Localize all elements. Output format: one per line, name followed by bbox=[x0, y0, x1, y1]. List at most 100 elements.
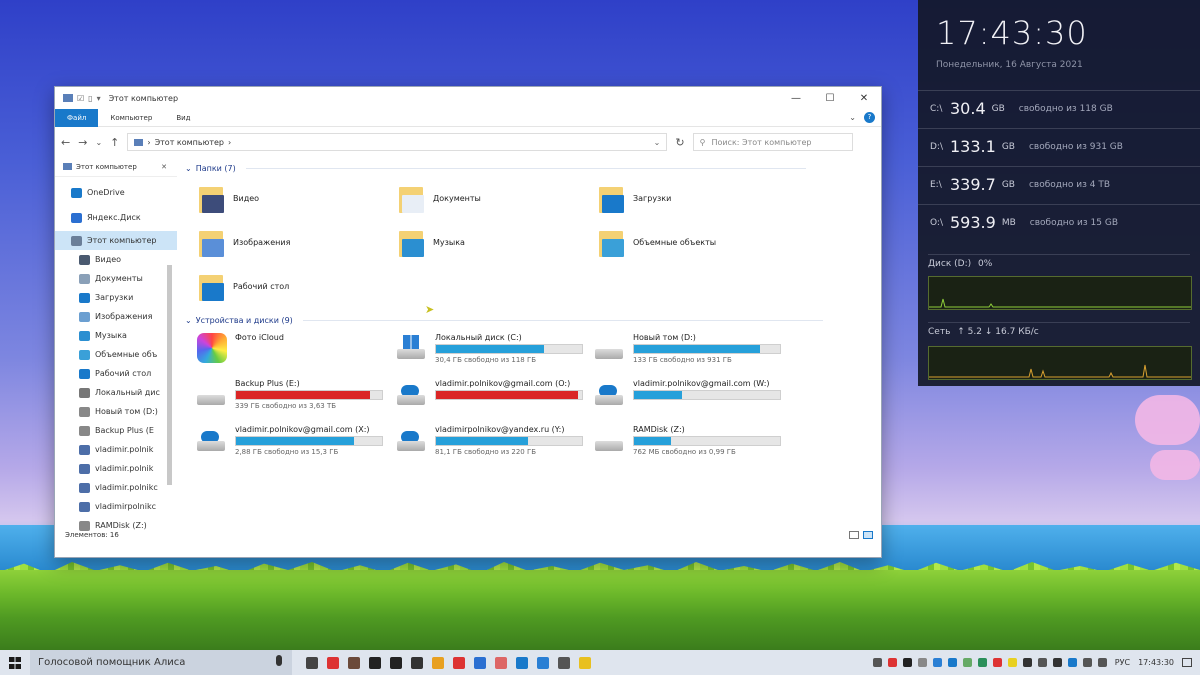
folder-item[interactable]: Рабочий стол bbox=[199, 271, 289, 301]
voice-assistant-search[interactable]: Голосовой помощник Алиса bbox=[30, 650, 292, 675]
language-indicator[interactable]: РУС bbox=[1115, 658, 1130, 667]
drive-item[interactable]: RAMDisk (Z:) 762 МБ свободно из 0,99 ГБ bbox=[593, 425, 781, 456]
notifications-icon[interactable] bbox=[1182, 658, 1192, 667]
sidebar-item[interactable]: Объемные объ bbox=[55, 345, 177, 364]
navigation-pane[interactable]: Этот компьютер ✕ OneDrive Яндекс.Диск Этот… bbox=[55, 157, 177, 543]
folder-item[interactable]: Объемные объекты bbox=[599, 227, 716, 257]
tray-icon[interactable] bbox=[1082, 658, 1092, 667]
drive-item[interactable]: Фото iCloud bbox=[195, 333, 383, 363]
sidebar-item[interactable]: Этот компьютер bbox=[55, 231, 177, 250]
tray-icon[interactable] bbox=[1067, 658, 1077, 667]
tray-icon[interactable] bbox=[962, 658, 972, 667]
tray-icon[interactable] bbox=[902, 658, 912, 667]
path-separator-icon[interactable]: › bbox=[228, 138, 231, 147]
tray-icon[interactable] bbox=[887, 658, 897, 667]
tray-icon[interactable] bbox=[947, 658, 957, 667]
drive-item[interactable]: vladimir.polnikov@gmail.com (X:) 2,88 ГБ … bbox=[195, 425, 383, 456]
address-bar[interactable]: › Этот компьютер › ⌄ bbox=[127, 133, 668, 151]
taskbar-app-icon[interactable] bbox=[579, 656, 591, 669]
sidebar-item[interactable]: Загрузки bbox=[55, 288, 177, 307]
taskbar-app-icon[interactable] bbox=[411, 656, 423, 669]
chevron-down-icon[interactable]: ⌄ bbox=[185, 164, 192, 173]
taskbar-app-icon[interactable] bbox=[390, 656, 402, 669]
pinned-location[interactable]: Этот компьютер ✕ bbox=[55, 157, 177, 177]
qa-dropdown-icon[interactable]: ▾ bbox=[97, 94, 101, 103]
tray-icon[interactable] bbox=[992, 658, 1002, 667]
sidebar-item[interactable]: vladimir.polnik bbox=[55, 459, 177, 478]
drive-item[interactable]: vladimir.polnikov@gmail.com (W:) bbox=[593, 379, 781, 409]
details-view-icon[interactable] bbox=[849, 531, 859, 539]
taskbar-app-icon[interactable] bbox=[474, 656, 486, 669]
taskbar-app-icon[interactable] bbox=[516, 656, 528, 669]
taskbar-app-icon[interactable] bbox=[306, 656, 318, 669]
chevron-down-icon[interactable]: ⌄ bbox=[185, 316, 192, 325]
sidebar-item[interactable]: Музыка bbox=[55, 326, 177, 345]
drive-item[interactable]: Локальный диск (C:) 30,4 ГБ свободно из 1… bbox=[395, 333, 583, 364]
new-folder-icon[interactable]: ▯ bbox=[88, 94, 92, 103]
large-icons-view-icon[interactable] bbox=[863, 531, 873, 539]
taskbar-app-icon[interactable] bbox=[453, 656, 465, 669]
sidebar-item[interactable]: Видео bbox=[55, 250, 177, 269]
tray-icon[interactable] bbox=[917, 658, 927, 667]
sidebar-item[interactable]: OneDrive bbox=[55, 183, 177, 202]
sidebar-item[interactable]: vladimirpolnikc bbox=[55, 497, 177, 516]
drive-item[interactable]: vladimirpolnikov@yandex.ru (Y:) 81,1 ГБ с… bbox=[395, 425, 583, 456]
sidebar-item[interactable]: Рабочий стол bbox=[55, 364, 177, 383]
ribbon-expand-icon[interactable]: ⌄ bbox=[849, 113, 856, 122]
tray-icon[interactable] bbox=[1007, 658, 1017, 667]
microphone-icon[interactable] bbox=[276, 655, 282, 666]
tab-view[interactable]: Вид bbox=[164, 109, 202, 127]
explorer-window[interactable]: ☑ ▯ ▾ Этот компьютер — ☐ ✕ Файл Компьюте… bbox=[54, 86, 882, 558]
folder-item[interactable]: Видео bbox=[199, 183, 259, 213]
close-icon[interactable]: ✕ bbox=[161, 163, 167, 171]
scrollbar-thumb[interactable] bbox=[167, 265, 172, 485]
forward-icon[interactable]: → bbox=[78, 136, 87, 149]
content-pane[interactable]: ⌄ Папки (7) Видео Документы Загрузки Изобра… bbox=[185, 157, 881, 543]
taskbar-app-icon[interactable] bbox=[369, 656, 381, 669]
drive-item[interactable]: Backup Plus (E:) 339 ГБ свободно из 3,63 … bbox=[195, 379, 383, 410]
taskbar-app-icon[interactable] bbox=[537, 656, 549, 669]
sidebar-item[interactable]: Документы bbox=[55, 269, 177, 288]
taskbar-app-icon[interactable] bbox=[495, 656, 507, 669]
sidebar-item[interactable]: vladimir.polnik bbox=[55, 440, 177, 459]
properties-icon[interactable]: ☑ bbox=[77, 94, 84, 103]
recent-dropdown-icon[interactable]: ⌄ bbox=[95, 138, 102, 147]
back-icon[interactable]: ← bbox=[61, 136, 70, 149]
address-path[interactable]: Этот компьютер bbox=[155, 138, 224, 147]
drive-item[interactable]: Новый том (D:) 133 ГБ свободно из 931 ГБ bbox=[593, 333, 781, 364]
refresh-icon[interactable]: ↻ bbox=[675, 136, 684, 149]
taskbar-clock[interactable]: 17:43:30 bbox=[1138, 658, 1174, 667]
tray-icon[interactable] bbox=[1037, 658, 1047, 667]
close-button[interactable]: ✕ bbox=[847, 93, 881, 104]
search-input[interactable]: ⚲ Поиск: Этот компьютер bbox=[692, 133, 853, 151]
taskbar-app-icon[interactable] bbox=[348, 656, 360, 669]
folder-item[interactable]: Музыка bbox=[399, 227, 465, 257]
taskbar-app-icon[interactable] bbox=[432, 656, 444, 669]
tray-icon[interactable] bbox=[977, 658, 987, 667]
navigation-scrollbar[interactable] bbox=[165, 177, 175, 537]
start-button[interactable] bbox=[0, 650, 30, 675]
folder-item[interactable]: Изображения bbox=[199, 227, 290, 257]
folders-group-header[interactable]: ⌄ Папки (7) bbox=[185, 159, 806, 177]
drive-item[interactable]: vladimir.polnikov@gmail.com (O:) bbox=[395, 379, 583, 409]
tray-icon[interactable] bbox=[932, 658, 942, 667]
tray-icon[interactable] bbox=[1097, 658, 1107, 667]
tab-file[interactable]: Файл bbox=[55, 108, 99, 127]
minimize-button[interactable]: — bbox=[779, 93, 813, 104]
tray-icon[interactable] bbox=[1022, 658, 1032, 667]
taskbar-app-icon[interactable] bbox=[327, 656, 339, 669]
sidebar-item[interactable]: vladimir.polnikc bbox=[55, 478, 177, 497]
up-icon[interactable]: ↑ bbox=[110, 136, 119, 149]
help-icon[interactable]: ? bbox=[864, 112, 875, 123]
sidebar-item[interactable]: Новый том (D:) bbox=[55, 402, 177, 421]
address-dropdown-icon[interactable]: ⌄ bbox=[654, 138, 661, 147]
folder-item[interactable]: Загрузки bbox=[599, 183, 671, 213]
tray-icon[interactable] bbox=[1052, 658, 1062, 667]
tab-computer[interactable]: Компьютер bbox=[98, 109, 164, 127]
sidebar-item[interactable]: Яндекс.Диск bbox=[55, 208, 177, 227]
sidebar-item[interactable]: Локальный дис bbox=[55, 383, 177, 402]
title-bar[interactable]: ☑ ▯ ▾ Этот компьютер — ☐ ✕ bbox=[55, 87, 881, 109]
devices-group-header[interactable]: ⌄ Устройства и диски (9) bbox=[185, 311, 823, 329]
folder-item[interactable]: Документы bbox=[399, 183, 481, 213]
tray-icon[interactable] bbox=[872, 658, 882, 667]
